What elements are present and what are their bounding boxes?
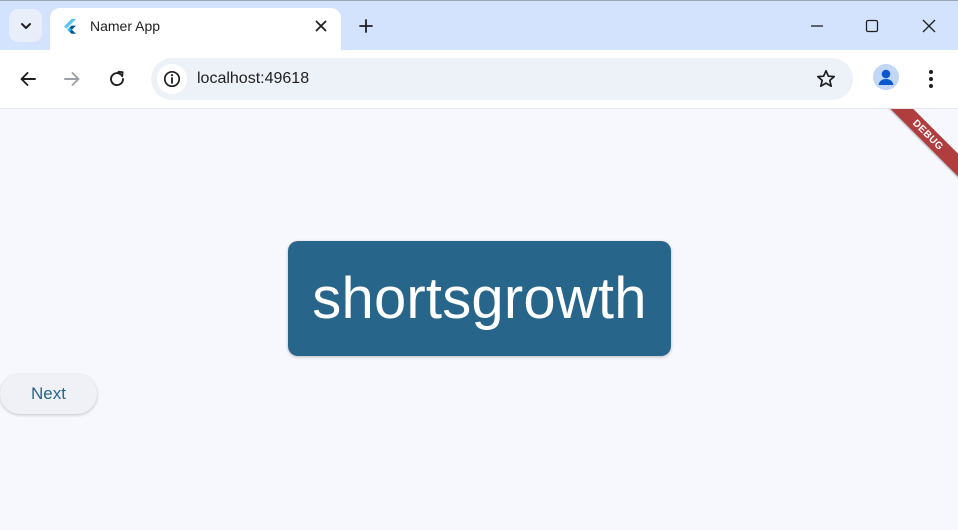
site-info-button[interactable] xyxy=(157,64,187,94)
new-tab-button[interactable] xyxy=(352,12,380,40)
minimize-icon xyxy=(811,25,823,27)
flutter-icon xyxy=(64,19,76,34)
forward-button[interactable] xyxy=(57,64,87,94)
url-text[interactable]: localhost:49618 xyxy=(197,70,309,88)
address-bar[interactable]: localhost:49618 xyxy=(151,58,853,100)
kebab-menu-icon xyxy=(929,70,933,88)
tab-title: Namer App xyxy=(90,18,161,34)
close-icon xyxy=(922,19,936,33)
reload-button[interactable] xyxy=(102,64,132,94)
info-icon xyxy=(163,70,181,88)
active-tab[interactable]: Namer App xyxy=(50,8,341,51)
forward-arrow-icon xyxy=(64,72,80,86)
debug-banner: DEBUG xyxy=(879,109,958,184)
close-window-button[interactable] xyxy=(909,9,949,43)
app-content: shortsgrowth Next DEBUG xyxy=(0,109,958,530)
person-icon xyxy=(878,69,894,85)
next-button-label: Next xyxy=(31,384,66,403)
plus-icon xyxy=(359,19,373,33)
bookmark-button[interactable] xyxy=(815,68,837,90)
star-icon xyxy=(816,69,836,88)
close-tab-button[interactable] xyxy=(311,16,331,36)
browser-toolbar: localhost:49618 xyxy=(0,50,958,109)
back-arrow-icon xyxy=(20,72,36,86)
chevron-down-icon xyxy=(20,22,31,29)
tab-search-button[interactable] xyxy=(9,9,42,42)
maximize-button[interactable] xyxy=(852,9,892,43)
profile-button[interactable] xyxy=(873,64,899,90)
minimize-button[interactable] xyxy=(797,9,837,43)
maximize-icon xyxy=(865,19,879,33)
word-pair-card: shortsgrowth xyxy=(288,241,671,356)
reload-icon xyxy=(110,70,124,87)
debug-banner-label: DEBUG xyxy=(910,117,946,153)
back-button[interactable] xyxy=(13,64,43,94)
tab-strip: Namer App xyxy=(0,0,958,51)
next-button[interactable]: Next xyxy=(0,374,97,414)
browser-menu-button[interactable] xyxy=(918,64,944,94)
word-pair-text: shortsgrowth xyxy=(312,266,647,331)
close-icon xyxy=(315,20,327,32)
